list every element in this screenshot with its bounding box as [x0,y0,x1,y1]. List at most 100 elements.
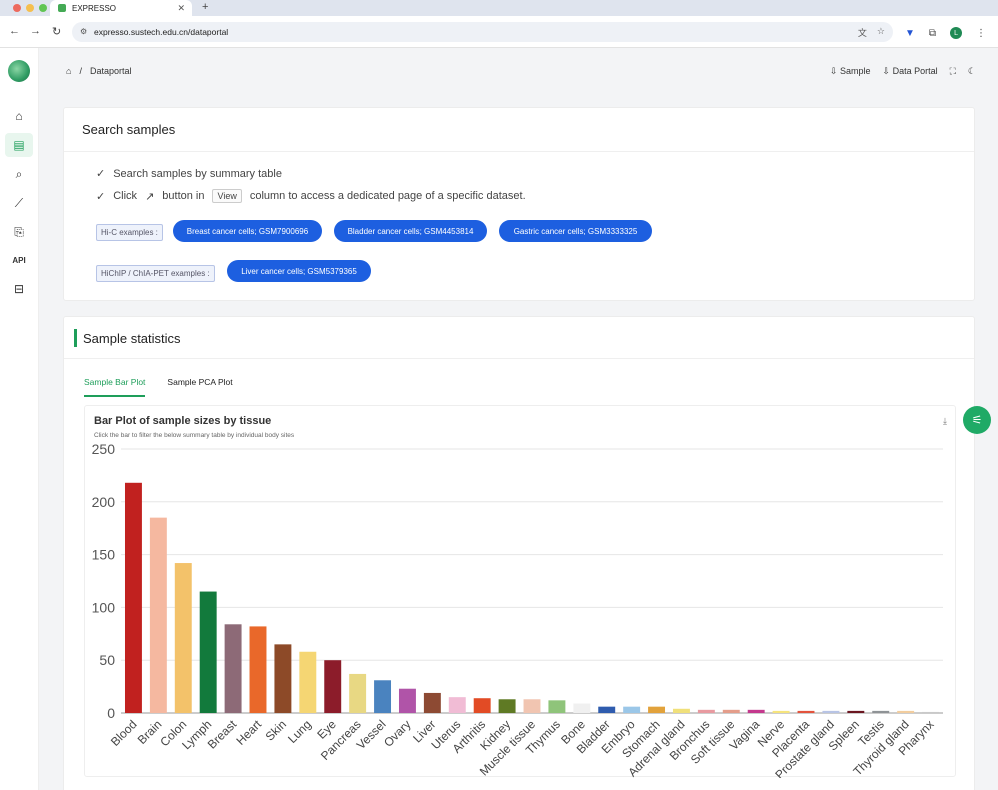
data-portal-download-button[interactable]: ⇩ Data Portal [883,66,938,77]
profile-avatar[interactable]: L [950,27,963,39]
bar-embryo[interactable] [623,706,641,713]
tab-close-icon[interactable]: ✕ [177,3,185,14]
home-icon[interactable]: ⌂ [66,66,71,76]
bar-muscle-tissue[interactable] [523,699,541,713]
y-tick-label: 0 [107,705,115,721]
dataportal-icon[interactable]: ▤ [5,133,33,157]
bar-breast[interactable] [224,624,242,713]
data-portal-label: Data Portal [892,66,938,76]
bar-heart[interactable] [249,626,267,713]
document-icon[interactable]: ⎘ [5,220,33,244]
api-icon[interactable]: API [5,248,33,272]
hic-example-button[interactable]: Gastric cancer cells; GSM3333325 [499,220,652,242]
hic-example-button[interactable]: Breast cancer cells; GSM7900696 [173,220,322,242]
browser-tab-bar: EXPRESSO ✕ + [0,0,998,16]
bar-bronchus[interactable] [697,709,715,713]
bar-kidney[interactable] [498,699,516,713]
bar-pharynx[interactable] [922,711,940,713]
bar-lung[interactable] [299,651,317,713]
x-tick-label: Skin [263,717,289,743]
app-logo[interactable] [8,60,30,82]
tip2-middle: button in [162,190,205,202]
extension-icon[interactable]: ▼ [905,28,915,39]
browser-toolbar: ← → ↻ ⚙ expresso.sustech.edu.cn/dataport… [0,16,998,48]
bar-nerve[interactable] [772,710,790,713]
address-bar[interactable]: ⚙ expresso.sustech.edu.cn/dataportal 文 ☆ [72,22,893,42]
close-window-button[interactable] [13,4,21,12]
bar-brain[interactable] [149,517,167,713]
y-tick-label: 200 [92,494,116,510]
page-header: ⌂ / Dataportal ⇩ Sample ⇩ Data Portal ⛶ … [40,48,998,96]
analysis-icon[interactable]: ⟋ [5,191,33,215]
bar-skin[interactable] [274,644,292,713]
browser-menu-icon[interactable]: ⋮ [976,28,986,39]
home-icon[interactable]: ⌂ [5,104,33,128]
breadcrumb: ⌂ / Dataportal [66,66,131,76]
manual-book-icon[interactable]: ⊟ [5,277,33,301]
forward-icon[interactable]: → [30,25,41,37]
fullscreen-icon[interactable]: ⛶ [950,66,956,77]
sample-download-button[interactable]: ⇩ Sample [830,66,871,77]
search-icon[interactable]: ⌕ [5,162,33,186]
check-icon: ✓ [96,190,106,203]
tip2-before: Click [113,190,138,202]
extensions-puzzle-icon[interactable]: ⧉ [929,28,936,39]
bar-prostate-gland[interactable] [822,710,840,713]
hic-example-button[interactable]: Bladder cancer cells; GSM4453814 [334,220,487,242]
bar-liver[interactable] [423,692,441,713]
url-text: expresso.sustech.edu.cn/dataportal [94,27,229,37]
external-link-icon: ↗ [145,190,155,203]
bar-uterus[interactable] [448,697,466,713]
x-tick-label: Ovary [381,717,414,750]
hichip-examples-label: HiChIP / ChIA-PET examples : [96,265,215,282]
settings-sliders-icon[interactable]: ⚟ [963,406,991,434]
dark-mode-icon[interactable]: ☾ [968,66,976,77]
x-tick-label: Heart [233,717,264,748]
reload-icon[interactable]: ↻ [52,25,61,38]
favicon-icon [58,4,66,12]
tip-view-button: ✓ Click ↗ button in View column to acces… [96,189,526,203]
sidebar: ⌂ ▤ ⌕ ⟋ ⎘ API ⊟ [0,48,39,790]
bar-placenta[interactable] [797,710,815,713]
tab-sample-pca-plot[interactable]: Sample PCA Plot [167,377,232,397]
y-tick-label: 250 [92,441,116,457]
maximize-window-button[interactable] [39,4,47,12]
bar-pancreas[interactable] [349,673,367,713]
bar-adrenal-gland[interactable] [672,708,690,713]
bar-eye[interactable] [324,660,342,713]
back-icon[interactable]: ← [9,25,20,37]
bar-soft-tissue[interactable] [722,709,740,713]
bar-thymus[interactable] [548,700,566,713]
bar-arthritis[interactable] [473,698,491,713]
bar-lymph[interactable] [199,591,217,713]
new-tab-icon[interactable]: + [202,1,208,13]
check-icon: ✓ [96,168,106,180]
bar-chart: 050100150200250BloodBrainColonLymphBreas… [92,441,943,778]
sample-statistics-card: Sample statistics Sample Bar Plot Sample… [63,316,975,790]
browser-tab[interactable]: EXPRESSO ✕ [50,0,192,16]
bar-spleen[interactable] [847,710,865,713]
hichip-example-button[interactable]: Liver cancer cells; GSM5379365 [227,260,371,282]
translate-icon[interactable]: 文 [858,26,867,39]
bookmark-star-icon[interactable]: ☆ [877,26,885,39]
tip1-text: Search samples by summary table [113,167,282,180]
card-title: Sample statistics [74,329,974,347]
bar-thyroid-gland[interactable] [897,710,915,713]
bar-testis[interactable] [872,710,890,713]
bar-bladder[interactable] [598,706,616,713]
search-samples-card: Search samples ✓ Search samples by summa… [63,107,975,301]
bar-stomach[interactable] [648,706,666,713]
x-tick-label: Blood [108,717,140,749]
site-info-icon[interactable]: ⚙ [80,27,87,36]
tip2-after: column to access a dedicated page of a s… [249,190,526,202]
minimize-window-button[interactable] [26,4,34,12]
hic-examples-label: Hi-C examples : [96,224,163,241]
window-controls [13,4,47,12]
bar-blood[interactable] [124,482,142,713]
tab-sample-bar-plot[interactable]: Sample Bar Plot [84,377,146,397]
bar-vessel[interactable] [374,680,392,713]
bar-bone[interactable] [573,703,591,713]
bar-ovary[interactable] [398,688,416,713]
bar-vagina[interactable] [747,709,765,713]
bar-colon[interactable] [174,563,192,713]
